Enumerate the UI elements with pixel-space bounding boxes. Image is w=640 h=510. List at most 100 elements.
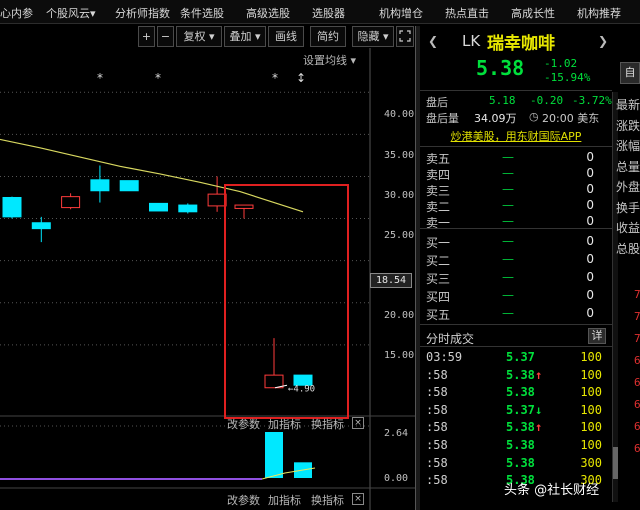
hide-button[interactable]: 隐藏 ▾: [352, 26, 394, 47]
trades-detail-button[interactable]: 详: [588, 328, 606, 344]
low-annotation-label: ←4.90: [288, 385, 315, 395]
next-stock-icon[interactable]: ❯: [598, 34, 608, 48]
trade-price: 5.37: [506, 402, 535, 417]
stat-value: 6: [634, 376, 640, 389]
divider: [420, 228, 612, 229]
trade-price: 5.38: [506, 385, 535, 400]
switch-indicator-button[interactable]: 换指标: [311, 492, 344, 508]
order-price: —: [502, 252, 514, 266]
order-volume: 0: [586, 234, 594, 248]
edit-params-button[interactable]: 改参数: [227, 416, 260, 432]
after-hours-vol: 34.09万: [474, 112, 517, 125]
order-volume: 0: [586, 166, 594, 180]
fullscreen-button[interactable]: [396, 26, 414, 47]
order-book-row: 买五 — 0: [420, 306, 612, 322]
stat-value: 6: [634, 420, 640, 433]
close-indicator-icon[interactable]: ×: [352, 493, 364, 505]
add-self-select-button[interactable]: 自: [620, 62, 640, 84]
set-ma-button[interactable]: 设置均线 ▾: [303, 52, 356, 68]
candle-body: [178, 204, 198, 213]
trade-volume: 100: [580, 367, 602, 382]
order-volume: 0: [586, 198, 594, 212]
order-level-label: 买五: [426, 308, 451, 322]
candle-body: [149, 202, 168, 212]
trade-volume: 300: [580, 455, 602, 470]
menu-item-inst-recommend[interactable]: 机构推荐: [577, 5, 621, 21]
menu-item-stock-storm[interactable]: 个股风云▾: [46, 5, 96, 21]
order-book-row: 卖五 — 0: [420, 150, 612, 166]
trade-volume: 100: [580, 438, 602, 452]
menu-item-stock-picker[interactable]: 选股器: [312, 5, 345, 21]
menu-item-analyst-index[interactable]: 分析师指数: [115, 5, 170, 21]
order-level-label: 买四: [426, 290, 451, 304]
axis-tick: 30.00: [384, 190, 415, 201]
divider: [420, 146, 612, 147]
trade-time: :58: [426, 402, 448, 417]
trade-direction-icon: ↑: [535, 420, 543, 435]
menu-item-neican[interactable]: 心内参: [0, 5, 33, 21]
trade-price: 5.38: [506, 420, 535, 435]
edit-params-button[interactable]: 改参数: [227, 492, 260, 508]
last-price: 5.38: [476, 56, 525, 80]
promo-link[interactable]: 炒港美股，用东财国际APP: [420, 128, 612, 144]
prev-stock-icon[interactable]: ❮: [428, 34, 438, 48]
restore-rights-button[interactable]: 复权 ▾: [176, 26, 222, 47]
add-indicator-button[interactable]: 加指标: [268, 416, 301, 432]
trade-price: 5.38: [506, 367, 535, 382]
order-book-row: 买三 — 0: [420, 270, 612, 286]
menu-item-condition-select[interactable]: 条件选股: [180, 5, 224, 21]
order-volume: 0: [586, 150, 594, 164]
stat-value: 7: [634, 332, 640, 345]
trade-volume: 100: [580, 402, 602, 417]
stat-label: 涨跌: [616, 118, 640, 133]
order-volume: 0: [586, 182, 594, 196]
current-price-tag: 18.54: [370, 273, 412, 288]
order-level-label: 卖三: [426, 184, 451, 198]
simple-mode-button[interactable]: 简约: [310, 26, 346, 47]
candle-body: [31, 222, 51, 230]
kline-svg: * * * ↕ ←4.90: [0, 48, 415, 510]
order-price: —: [502, 166, 514, 180]
order-level-label: 买三: [426, 272, 451, 286]
divider: [420, 90, 612, 91]
axis-tick: 20.00: [384, 310, 415, 321]
after-hours-pct: -3.72%: [572, 94, 612, 107]
trade-time: :58: [426, 367, 448, 382]
trades-title: 分时成交: [426, 332, 475, 346]
axis-tick: 25.00: [384, 230, 415, 241]
overlay-button[interactable]: 叠加 ▾: [224, 26, 266, 47]
scrollbar-thumb[interactable]: [613, 447, 618, 479]
zoom-out-button[interactable]: −: [157, 26, 174, 47]
candle-body: [90, 179, 110, 192]
draw-line-button[interactable]: 画线: [268, 26, 304, 47]
kline-chart[interactable]: * * * ↕ ←4.90: [0, 48, 415, 510]
order-volume: 0: [586, 288, 594, 302]
order-level-label: 卖二: [426, 200, 451, 214]
trade-price: 5.38: [506, 455, 535, 470]
add-indicator-button[interactable]: 加指标: [268, 492, 301, 508]
trade-row: :58 5.38 ↑ 100: [420, 420, 612, 438]
close-indicator-icon[interactable]: ×: [352, 417, 364, 429]
trade-time: :58: [426, 473, 448, 488]
candle-body: [119, 180, 139, 192]
order-level-label: 卖四: [426, 168, 451, 182]
menu-item-inst-increase[interactable]: 机构增仓: [379, 5, 423, 21]
stat-label: 换手: [616, 200, 640, 215]
candle-body: [264, 374, 284, 389]
trade-row: :58 5.37 ↓ 100: [420, 403, 612, 421]
trade-volume: 100: [580, 350, 602, 364]
menu-item-hot-spots[interactable]: 热点直击: [445, 5, 489, 21]
menu-item-advanced-select[interactable]: 高级选股: [246, 5, 290, 21]
after-hours-price: 5.18: [489, 94, 516, 107]
menu-item-high-growth[interactable]: 高成长性: [511, 5, 555, 21]
trade-row: :58 5.38 300: [420, 456, 612, 474]
stat-value: 7: [634, 288, 640, 301]
trade-volume: 100: [580, 385, 602, 400]
ma-line: [0, 138, 304, 213]
zoom-in-button[interactable]: +: [138, 26, 155, 47]
event-marker-icon: *: [97, 71, 103, 85]
switch-indicator-button[interactable]: 换指标: [311, 416, 344, 432]
order-volume: 0: [586, 270, 594, 284]
indicator-axis-tick: 2.64: [384, 428, 409, 439]
candle-body: [2, 196, 22, 218]
